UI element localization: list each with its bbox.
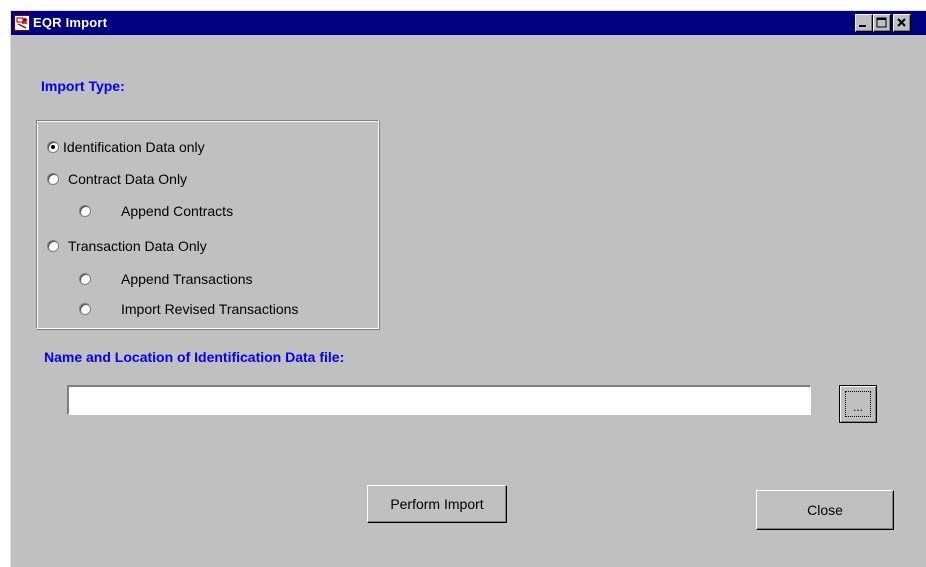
file-location-heading: Name and Location of Identification Data…	[44, 349, 345, 365]
radio-button[interactable]	[79, 273, 91, 285]
radio-label: Append Transactions	[121, 271, 253, 287]
maximize-button[interactable]	[873, 14, 891, 32]
file-path-input[interactable]	[67, 385, 811, 415]
radio-button[interactable]	[47, 141, 59, 153]
radio-button[interactable]	[79, 205, 91, 217]
radio-label: Contract Data Only	[68, 171, 188, 187]
minimize-icon	[859, 25, 866, 27]
close-window-button[interactable]	[893, 14, 911, 32]
radio-button[interactable]	[47, 173, 59, 185]
radio-label: Append Contracts	[121, 203, 234, 219]
eqr-import-window: EQR Import Import Type: Identification D…	[10, 10, 926, 567]
radio-button[interactable]	[79, 303, 91, 315]
minimize-button[interactable]	[855, 14, 873, 32]
browse-button-label: ...	[845, 391, 871, 417]
close-icon	[897, 18, 906, 27]
radio-label: Transaction Data Only	[68, 238, 207, 254]
app-icon	[14, 15, 30, 31]
perform-import-button[interactable]: Perform Import	[367, 485, 507, 523]
radio-selected-dot	[51, 145, 55, 149]
radio-label: Import Revised Transactions	[121, 301, 299, 317]
close-button[interactable]: Close	[756, 490, 894, 530]
title-bar[interactable]: EQR Import	[11, 11, 926, 35]
radio-button[interactable]	[47, 240, 59, 252]
radio-label: Identification Data only	[63, 139, 205, 155]
import-type-heading: Import Type:	[41, 78, 125, 94]
browse-button[interactable]: ...	[839, 385, 877, 423]
import-type-group: Identification Data only Contract Data O…	[36, 120, 379, 329]
window-title: EQR Import	[33, 15, 108, 30]
maximize-icon	[876, 17, 887, 28]
